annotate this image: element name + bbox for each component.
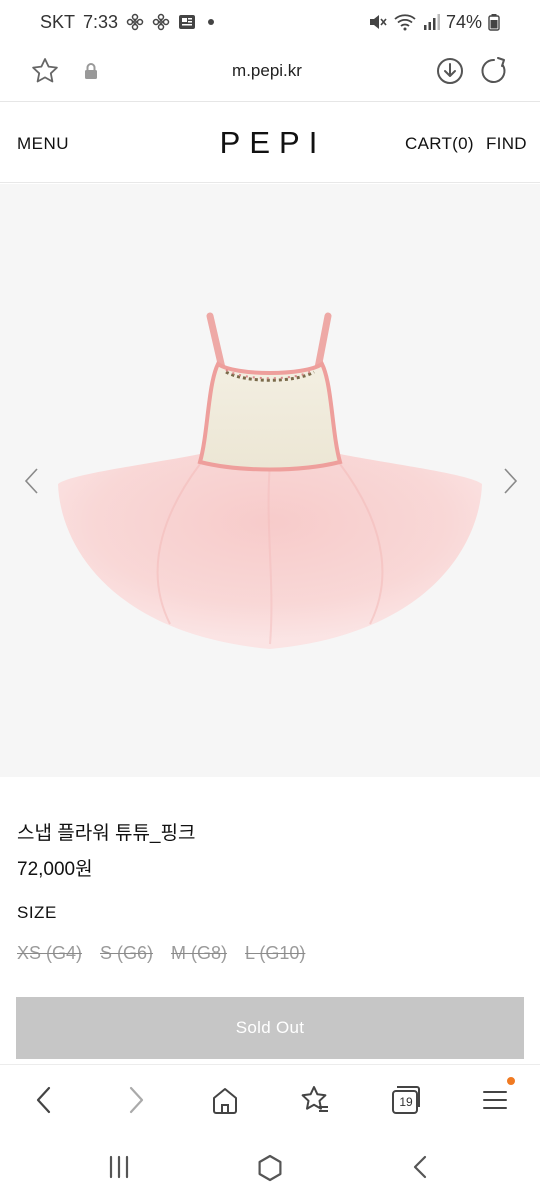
size-label: SIZE	[17, 903, 57, 922]
lock-icon	[83, 62, 99, 85]
bookmarks-icon[interactable]	[299, 1083, 331, 1122]
dot-icon	[204, 15, 218, 29]
chevron-right-icon[interactable]	[500, 466, 520, 501]
size-option-s[interactable]: S (G6)	[100, 943, 153, 964]
carrier-text: SKT	[40, 11, 76, 32]
status-bar: SKT 7:33 74%	[0, 0, 540, 44]
browser-toolbar: 19	[0, 1064, 540, 1136]
sold-out-button[interactable]: Sold Out	[16, 997, 524, 1059]
flower-icon	[152, 13, 170, 31]
status-right: 74%	[368, 12, 500, 33]
product-price: 72,000원	[17, 859, 93, 880]
browser-url-bar: m.pepi.kr	[0, 44, 540, 102]
download-icon[interactable]	[435, 56, 465, 91]
menu-icon[interactable]	[481, 1083, 509, 1122]
forward-icon[interactable]	[122, 1083, 150, 1122]
product-gallery[interactable]	[0, 184, 540, 777]
notification-dot-icon	[507, 1077, 515, 1085]
news-icon	[178, 13, 196, 31]
cart-link[interactable]: CART(0)	[405, 134, 474, 154]
mute-icon	[368, 13, 388, 31]
reload-icon[interactable]	[480, 56, 510, 91]
back-icon[interactable]	[30, 1083, 58, 1122]
tab-count: 19	[399, 1095, 413, 1109]
signal-icon	[422, 13, 440, 31]
tabs-icon[interactable]: 19	[389, 1083, 421, 1117]
wifi-icon	[394, 13, 416, 31]
size-option-l[interactable]: L (G10)	[245, 943, 305, 964]
recent-apps-icon[interactable]	[106, 1154, 132, 1185]
system-nav-bar	[0, 1136, 540, 1200]
find-link[interactable]: FIND	[486, 134, 527, 154]
star-icon[interactable]	[30, 56, 60, 91]
home-icon[interactable]	[210, 1083, 240, 1122]
product-image	[50, 304, 490, 669]
site-header: MENU PEPI CART(0) FIND	[0, 103, 540, 183]
flower-icon	[126, 13, 144, 31]
chevron-left-icon[interactable]	[22, 466, 42, 501]
time-text: 7:33	[83, 11, 119, 32]
battery-icon	[488, 13, 500, 31]
size-options: XS (G4) S (G6) M (G8) L (G10)	[17, 943, 305, 964]
home-button-icon[interactable]	[256, 1154, 284, 1187]
size-option-xs[interactable]: XS (G4)	[17, 943, 82, 964]
size-option-m[interactable]: M (G8)	[171, 943, 227, 964]
product-name: 스냅 플라워 튜튜_핑크	[17, 823, 196, 844]
system-back-icon[interactable]	[408, 1154, 434, 1185]
status-left: SKT 7:33	[40, 12, 218, 33]
battery-text: 74%	[445, 11, 482, 32]
url-text[interactable]: m.pepi.kr	[167, 61, 367, 81]
